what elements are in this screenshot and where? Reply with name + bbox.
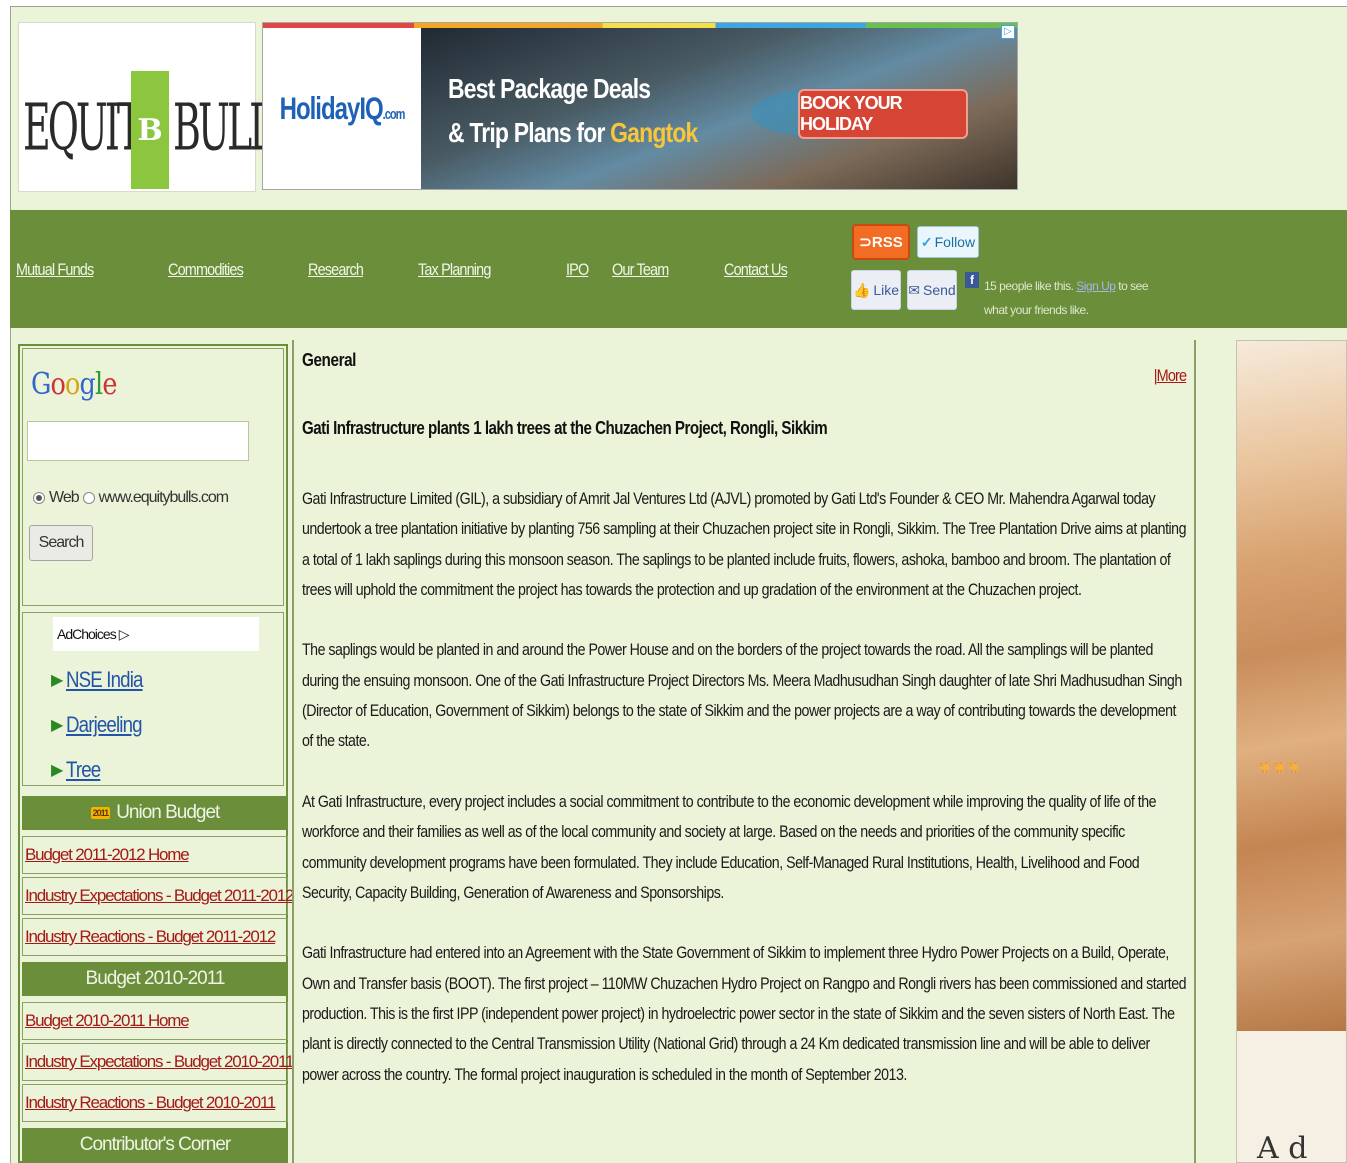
link-budget-2011-home[interactable]: Budget 2011-2012 Home [22, 836, 288, 874]
book-your-holiday-button[interactable]: BOOK YOUR HOLIDAY [798, 89, 968, 139]
search-scope-radios: Web www.equitybulls.com [33, 489, 229, 507]
more-link[interactable]: |More [1154, 366, 1187, 386]
facebook-like-count-text: 15 people like this. Sign Up to see what… [984, 279, 1149, 317]
radio-web-label: Web [49, 489, 80, 506]
adchoices-icon: ▷ [118, 625, 130, 642]
radio-web[interactable] [33, 492, 45, 504]
nav-tax-planning[interactable]: Tax Planning [418, 260, 491, 280]
facebook-like-button[interactable]: 👍 Like [851, 270, 901, 310]
ad-headline-line1: Best Package Deals [448, 73, 651, 104]
desert-image [1237, 341, 1346, 1031]
adchoices-icon[interactable]: ▷ [1001, 25, 1015, 39]
thumbs-up-icon: 👍 [852, 281, 871, 298]
site-logo[interactable]: EQUITY B BULLS [18, 22, 297, 192]
radio-site-label: www.equitybulls.com [98, 489, 229, 506]
facebook-signup-link[interactable]: Sign Up [1076, 279, 1116, 293]
budget-2010-heading: Budget 2010-2011 [22, 962, 288, 996]
article-paragraph: The saplings would be planted in and aro… [302, 640, 1182, 751]
article-paragraph: Gati Infrastructure Limited (GIL), a sub… [302, 489, 1186, 599]
link-industry-reactions-2010[interactable]: Industry Reactions - Budget 2010-2011 [22, 1084, 288, 1122]
facebook-send-button[interactable]: ✉ Send [907, 270, 957, 310]
ad-link-nse-india[interactable]: ▶ NSE India [51, 667, 156, 693]
article-paragraph: At Gati Infrastructure, every project in… [302, 791, 1157, 902]
ad-link-darjeeling[interactable]: ▶ Darjeeling [51, 712, 155, 738]
link-industry-reactions-2011[interactable]: Industry Reactions - Budget 2011-2012 [22, 918, 288, 956]
sidebar-ad-links: AdChoices ▷ ▶ NSE India ▶ Darjeeling ▶ Tree [22, 612, 284, 786]
article-paragraph: Gati Infrastructure had entered into an … [302, 943, 1187, 1084]
triangle-right-icon: ▶ [51, 762, 63, 779]
twitter-follow-button[interactable]: ✓ Follow [917, 226, 979, 258]
logo-b-mark: B [131, 71, 169, 189]
google-search-input[interactable] [27, 421, 249, 461]
rss-icon: ⊃ [859, 234, 872, 251]
main-content: General |More Gati Infrastructure plants… [292, 340, 1196, 1163]
ad-brand-logo: HolidayIQ.com [279, 91, 406, 127]
nav-research[interactable]: Research [308, 260, 364, 280]
nav-commodities[interactable]: Commodities [168, 260, 244, 280]
search-button[interactable]: Search [29, 525, 93, 561]
triangle-right-icon: ▶ [51, 672, 63, 689]
ad-headline: Best Package Deals & Trip Plans for Gang… [448, 67, 698, 155]
section-title: General [302, 350, 357, 370]
ad-headline-line2: & Trip Plans for Gangtok [448, 117, 698, 148]
ad-logo-area: HolidayIQ.com [263, 28, 421, 189]
adchoices-label[interactable]: AdChoices ▷ [53, 617, 259, 651]
google-logo: Google [31, 367, 117, 402]
send-icon: ✉ [908, 281, 921, 298]
rss-button[interactable]: ⊃ RSS [852, 224, 910, 260]
camel-caravan-icon: 🐪🐪🐪 [1257, 762, 1302, 774]
link-industry-expectations-2011[interactable]: Industry Expectations - Budget 2011-2012 [22, 877, 294, 915]
ad-link-tree[interactable]: ▶ Tree [51, 757, 107, 783]
main-navbar: Mutual Funds Commodities Research Tax Pl… [10, 210, 1347, 328]
ad-headline-highlight: Gangtok [610, 117, 698, 148]
budget-icon: 2011 [90, 807, 111, 819]
article-title: Gati Infrastructure plants 1 lakh trees … [302, 418, 828, 438]
facebook-icon: f [965, 272, 979, 288]
nav-our-team[interactable]: Our Team [612, 260, 669, 280]
triangle-right-icon: ▶ [51, 717, 63, 734]
holidayiq-ad-banner[interactable]: HolidayIQ.com Best Package Deals & Trip … [262, 22, 1018, 190]
radio-site[interactable] [82, 492, 95, 504]
left-sidebar: Google Web www.equitybulls.com Search Ad… [18, 344, 294, 1163]
union-budget-heading: 2011 Union Budget [22, 796, 288, 830]
right-ad-text: A d [1257, 1131, 1308, 1163]
contributors-corner-heading: Contributor's Corner [22, 1128, 288, 1162]
link-budget-2010-home[interactable]: Budget 2010-2011 Home [22, 1002, 288, 1040]
nav-ipo[interactable]: IPO [566, 260, 589, 280]
twitter-bird-icon: ✓ [920, 233, 933, 250]
right-desert-ad[interactable]: 🐪🐪🐪 A d [1236, 340, 1347, 1163]
link-industry-expectations-2010[interactable]: Industry Expectations - Budget 2010-2011 [22, 1043, 294, 1081]
google-search-widget: Google Web www.equitybulls.com Search [22, 348, 284, 606]
nav-contact-us[interactable]: Contact Us [724, 260, 788, 280]
nav-mutual-funds[interactable]: Mutual Funds [16, 260, 94, 280]
article-body: Gati Infrastructure Limited (GIL), a sub… [302, 484, 1188, 1120]
